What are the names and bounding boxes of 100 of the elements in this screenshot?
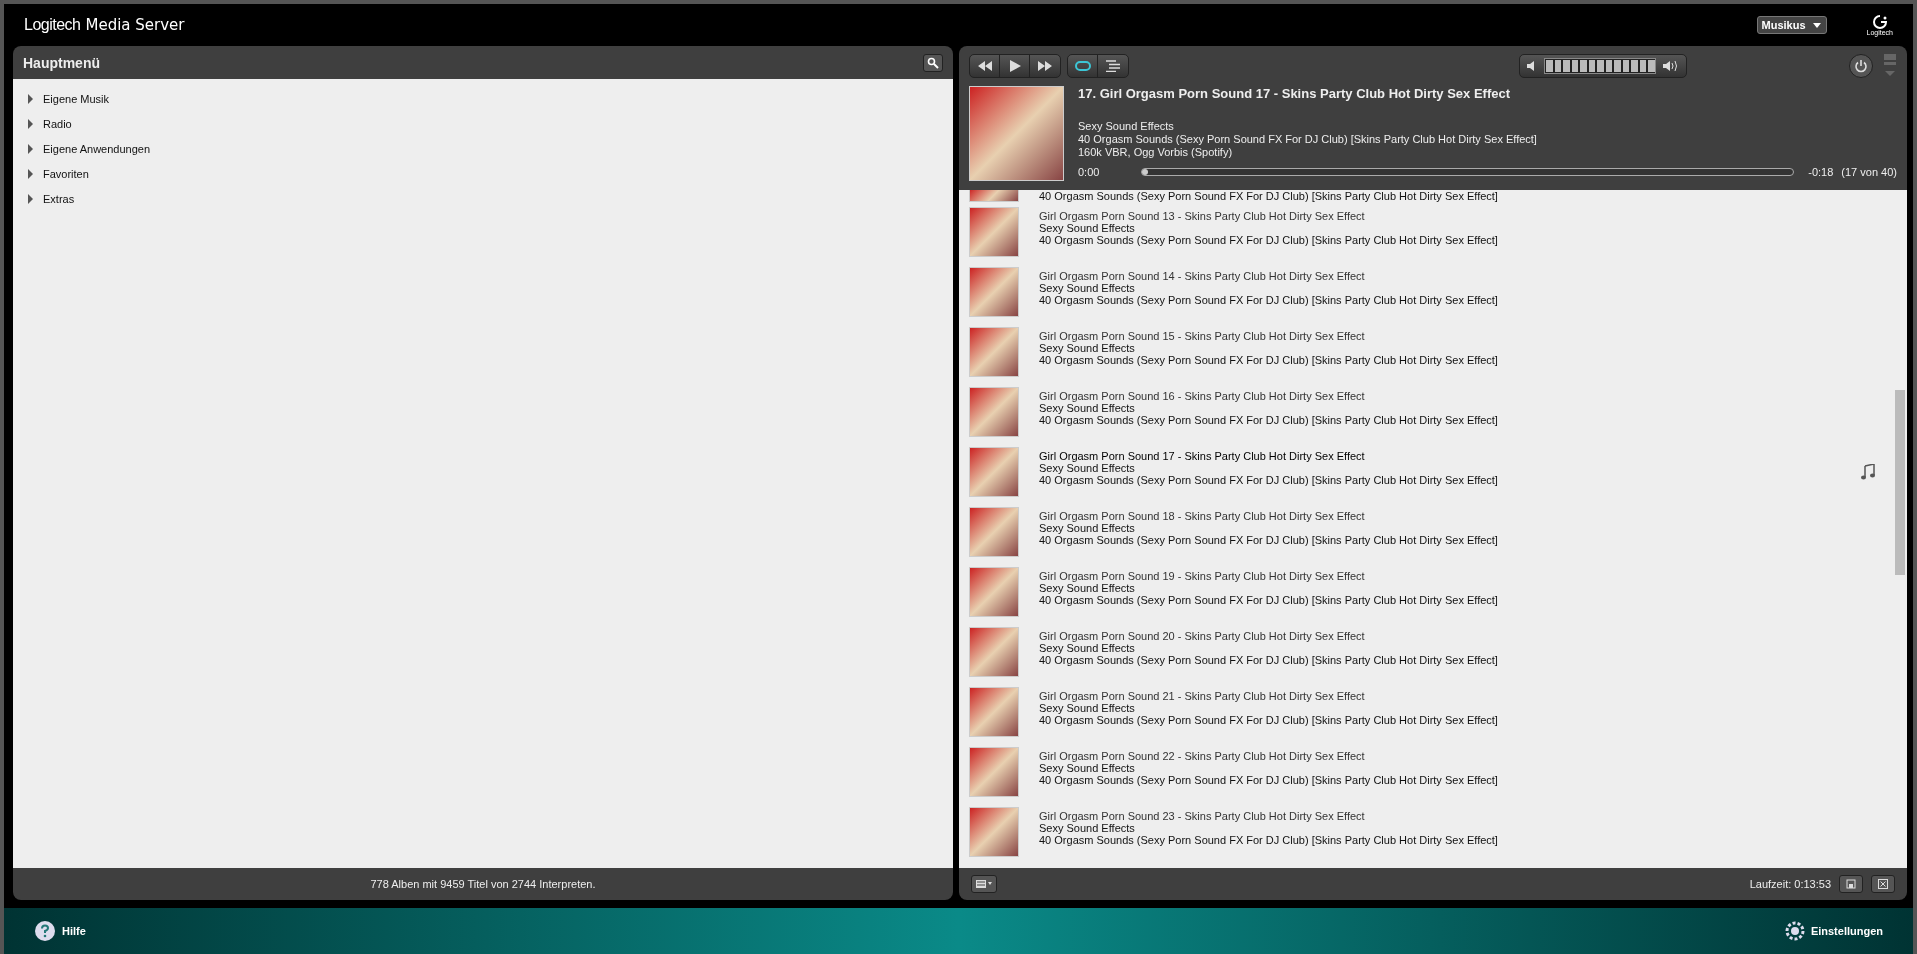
format-info: 160k VBR, Ogg Vorbis (Spotify) <box>1078 146 1234 158</box>
triangle-icon <box>27 168 35 179</box>
playlist-item[interactable]: Girl Orgasm Porn Sound 17 - Skins Party Club Hot Dirty Sex Effect Sexy Sound Effects 40 Orgasm Sounds (Sexy Porn Sound FX For DJ Club) [Skins Party Club Hot Dirty Sex Effect] <box>969 442 1883 502</box>
play-icon <box>1008 60 1021 72</box>
album-art-placeholder <box>969 807 1019 857</box>
artist-name: Sexy Sound Effects <box>1039 402 1136 414</box>
playlist-item[interactable]: Girl Orgasm Porn Sound 19 - Skins Party Club Hot Dirty Sex Effect Sexy Sound Effects 40 Orgasm Sounds (Sexy Porn Sound FX For DJ Club) [Skins Party Club Hot Dirty Sex Effect] <box>969 562 1883 622</box>
search-button[interactable] <box>923 53 943 72</box>
album-name: 40 Orgasm Sounds (Sexy Porn Sound FX For DJ Club) [Skins Party Club Hot Dirty Sex Effect] <box>1039 190 1498 202</box>
album-art-placeholder <box>969 507 1019 557</box>
track-title: Girl Orgasm Porn Sound 13 - Skins Party Club Hot Dirty Sex Effect <box>1039 210 1366 222</box>
search-icon <box>927 56 939 69</box>
artist-name: Sexy Sound Effects <box>1039 702 1136 714</box>
library-summary: 778 Alben mit 9459 Titel von 2744 Interpreten. <box>370 878 596 890</box>
artist-name: Sexy Sound Effects <box>1039 582 1136 594</box>
album-art-placeholder <box>969 207 1019 257</box>
album-art-placeholder <box>969 747 1019 797</box>
triangle-icon <box>27 93 35 104</box>
track-title: Girl Orgasm Porn Sound 14 - Skins Party Club Hot Dirty Sex Effect <box>1039 270 1366 282</box>
track-title: Girl Orgasm Porn Sound 16 - Skins Party Club Hot Dirty Sex Effect <box>1039 390 1366 402</box>
music-note-icon <box>1861 464 1875 480</box>
album-art-placeholder <box>969 267 1019 317</box>
elapsed-time: 0:00 <box>1078 166 1100 178</box>
lines-icon <box>1105 60 1121 72</box>
playlist-duration: Laufzeit: 0:13:53 <box>1749 878 1831 890</box>
track-title: Girl Orgasm Porn Sound 22 - Skins Party Club Hot Dirty Sex Effect <box>1039 750 1366 762</box>
playlist-item[interactable]: Girl Orgasm Porn Sound 22 - Skins Party Club Hot Dirty Sex Effect Sexy Sound Effects 40 Orgasm Sounds (Sexy Porn Sound FX For DJ Club) [Skins Party Club Hot Dirty Sex Effect] <box>969 742 1883 802</box>
artist-name: Sexy Sound Effects <box>1039 462 1136 474</box>
triangle-icon <box>27 118 35 129</box>
track-title: Girl Orgasm Porn Sound 18 - Skins Party Club Hot Dirty Sex Effect <box>1039 510 1366 522</box>
album-art-placeholder <box>969 567 1019 617</box>
playlist-item[interactable]: Girl Orgasm Porn Sound 14 - Skins Party Club Hot Dirty Sex Effect Sexy Sound Effects 40 Orgasm Sounds (Sexy Porn Sound FX For DJ Club) [Skins Party Club Hot Dirty Sex Effect] <box>969 262 1883 322</box>
volume-slider[interactable] <box>1544 58 1656 74</box>
artist-name: Sexy Sound Effects <box>1039 822 1136 834</box>
help-icon <box>34 920 56 942</box>
album-name: 40 Orgasm Sounds (Sexy Porn Sound FX For DJ Club) [Skins Party Club Hot Dirty Sex Effect] <box>1039 234 1498 246</box>
track-title: Girl Orgasm Porn Sound 19 - Skins Party Club Hot Dirty Sex Effect <box>1039 570 1366 582</box>
help-link[interactable]: Hilfe <box>28 919 92 943</box>
album-art-placeholder <box>969 687 1019 737</box>
album-name: 40 Orgasm Sounds (Sexy Porn Sound FX For DJ Club) [Skins Party Club Hot Dirty Sex Effect] <box>1039 594 1498 606</box>
track-title: Girl Orgasm Porn Sound 23 - Skins Party Club Hot Dirty Sex Effect <box>1039 810 1366 822</box>
artist-name: Sexy Sound Effects <box>1039 222 1136 234</box>
track-title: Girl Orgasm Porn Sound 20 - Skins Party Club Hot Dirty Sex Effect <box>1039 630 1366 642</box>
power-button[interactable] <box>1849 54 1873 78</box>
playlist-item[interactable]: Girl Orgasm Porn Sound 13 - Skins Party Club Hot Dirty Sex Effect Sexy Sound Effects 40 Orgasm Sounds (Sexy Porn Sound FX For DJ Club) [Skins Party Club Hot Dirty Sex Effect] <box>969 202 1883 262</box>
album-name: 40 Orgasm Sounds (Sexy Porn Sound FX For DJ Club) [Skins Party Club Hot Dirty Sex Effect] <box>1039 774 1498 786</box>
track-title: Girl Orgasm Porn Sound 15 - Skins Party Club Hot Dirty Sex Effect <box>1039 330 1366 342</box>
playlist-item[interactable]: Girl Orgasm Porn Sound 15 - Skins Party Club Hot Dirty Sex Effect Sexy Sound Effects 40 Orgasm Sounds (Sexy Porn Sound FX For DJ Club) [Skins Party Club Hot Dirty Sex Effect] <box>969 322 1883 382</box>
brand-name: Logitech <box>24 16 81 34</box>
playlist-item[interactable]: Girl Orgasm Porn Sound 21 - Skins Party Club Hot Dirty Sex Effect Sexy Sound Effects 40 Orgasm Sounds (Sexy Porn Sound FX For DJ Club) [Skins Party Club Hot Dirty Sex Effect] <box>969 682 1883 742</box>
playlist-item[interactable]: Girl Orgasm Porn Sound 18 - Skins Party Club Hot Dirty Sex Effect Sexy Sound Effects 40 Orgasm Sounds (Sexy Porn Sound FX For DJ Club) [Skins Party Club Hot Dirty Sex Effect] <box>969 502 1883 562</box>
settings-link[interactable]: Einstellungen <box>1778 920 1889 942</box>
track-title: 17. Girl Orgasm Porn Sound 17 - Skins Party Club Hot Dirty Sex Effect <box>1078 86 1511 103</box>
save-playlist-button[interactable] <box>1839 875 1863 893</box>
playlist-item[interactable]: 40 Orgasm Sounds (Sexy Porn Sound FX For DJ Club) [Skins Party Club Hot Dirty Sex Effect] <box>969 190 1883 202</box>
fast-forward-icon <box>1038 61 1052 71</box>
logo-icon <box>1870 14 1889 29</box>
repeat-icon <box>1074 60 1091 72</box>
list-icon <box>975 879 993 889</box>
menu-item[interactable]: Favoriten <box>27 161 939 186</box>
panel-title: Hauptmenü <box>23 54 100 71</box>
artist-name: Sexy Sound Effects <box>1039 762 1136 774</box>
menu-item[interactable]: Eigene Anwendungen <box>27 136 939 161</box>
view-mode-button[interactable] <box>971 875 997 893</box>
album-name: 40 Orgasm Sounds (Sexy Porn Sound FX For DJ Club) [Skins Party Club Hot Dirty Sex Effect] <box>1039 714 1498 726</box>
playlist-item[interactable]: Girl Orgasm Porn Sound 20 - Skins Party Club Hot Dirty Sex Effect Sexy Sound Effects 40 Orgasm Sounds (Sexy Porn Sound FX For DJ Club) [Skins Party Club Hot Dirty Sex Effect] <box>969 622 1883 682</box>
settings-icon <box>1784 921 1805 941</box>
album-art-placeholder <box>969 387 1019 437</box>
artist-name: Sexy Sound Effects <box>1039 522 1136 534</box>
menu-item[interactable]: Extras <box>27 186 939 211</box>
album-name: 40 Orgasm Sounds (Sexy Porn Sound FX For DJ Club) [Skins Party Club Hot Dirty Sex Effect] <box>1039 534 1498 546</box>
track-title: Girl Orgasm Porn Sound 21 - Skins Party Club Hot Dirty Sex Effect <box>1039 690 1366 702</box>
track-title: Girl Orgasm Porn Sound 17 - Skins Party Club Hot Dirty Sex Effect <box>1039 450 1366 462</box>
caret-icon <box>1811 21 1822 29</box>
album-art-placeholder <box>969 447 1019 497</box>
menu-item[interactable]: Radio <box>27 111 939 136</box>
triangle-icon <box>27 143 35 154</box>
product-name: Media Server <box>85 16 185 34</box>
album-name: 40 Orgasm Sounds (Sexy Porn Sound FX For DJ Club) [Skins Party Club Hot Dirty Sex Effect] <box>1039 834 1498 846</box>
track-position: (17 von 40) <box>1841 166 1897 178</box>
player-dropdown[interactable]: Musikus <box>1756 16 1827 34</box>
album-name: 40 Orgasm Sounds (Sexy Porn Sound FX For DJ Club) [Skins Party Club Hot Dirty Sex Effect] <box>1039 354 1498 366</box>
power-icon <box>1854 59 1868 73</box>
close-icon <box>1878 879 1888 889</box>
album-art-placeholder <box>969 190 1019 202</box>
rewind-icon <box>977 61 992 71</box>
progress-bar[interactable] <box>1141 168 1795 176</box>
playlist-item[interactable]: Girl Orgasm Porn Sound 16 - Skins Party Club Hot Dirty Sex Effect Sexy Sound Effects 40 Orgasm Sounds (Sexy Porn Sound FX For DJ Club) [Skins Party Club Hot Dirty Sex Effect] <box>969 382 1883 442</box>
clear-playlist-button[interactable] <box>1871 875 1895 893</box>
volume-up-icon[interactable] <box>1662 60 1680 72</box>
album-name: 40 Orgasm Sounds (Sexy Porn Sound FX For DJ Club) [Skins Party Club Hot Dirty Sex Effect] <box>1039 414 1498 426</box>
playlist-item[interactable]: Girl Orgasm Porn Sound 23 - Skins Party Club Hot Dirty Sex Effect Sexy Sound Effects 40 Orgasm Sounds (Sexy Porn Sound FX For DJ Club) [Skins Party Club Hot Dirty Sex Effect] <box>969 802 1883 862</box>
menu-item[interactable]: Eigene Musik <box>27 86 939 111</box>
artist-name: Sexy Sound Effects <box>1078 120 1175 132</box>
album-name: 40 Orgasm Sounds (Sexy Porn Sound FX For DJ Club) [Skins Party Club Hot Dirty Sex Effect] <box>1039 654 1498 666</box>
album-name: 40 Orgasm Sounds (Sexy Porn Sound FX For DJ Club) [Skins Party Club Hot Dirty Sex Effect] <box>1078 133 1538 145</box>
triangle-icon <box>27 193 35 204</box>
album-name: 40 Orgasm Sounds (Sexy Porn Sound FX For DJ Club) [Skins Party Club Hot Dirty Sex Effect] <box>1039 294 1498 306</box>
artist-name: Sexy Sound Effects <box>1039 642 1136 654</box>
album-art-placeholder <box>969 627 1019 677</box>
